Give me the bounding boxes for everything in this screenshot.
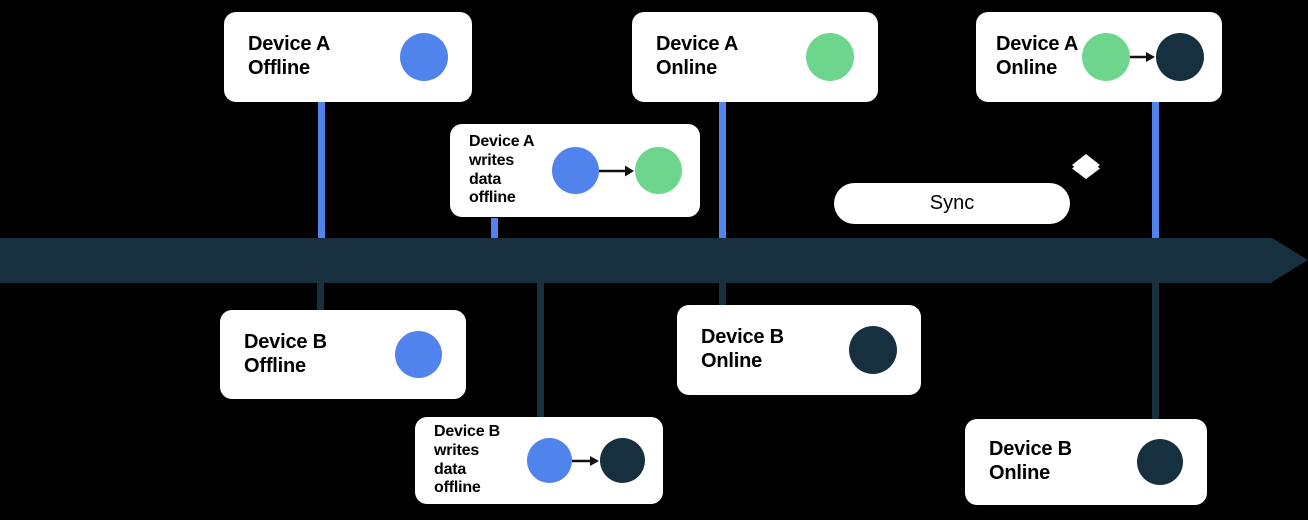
status-dot-blue — [400, 33, 448, 81]
connector-device-b-online — [719, 281, 726, 306]
connector-device-a-online — [719, 100, 726, 242]
card-device-a-writes-data-offline[interactable]: Device A writes data offline — [450, 124, 700, 217]
status-dot-navy — [849, 326, 897, 374]
status-dot-blue — [395, 331, 442, 378]
status-dot-navy — [1137, 439, 1183, 485]
card-visual — [552, 147, 682, 194]
card-label: Device B Online — [989, 438, 1072, 484]
card-label: Device A Offline — [248, 33, 331, 79]
status-dot-navy — [600, 438, 645, 483]
connector-device-b-online-synced — [1152, 281, 1159, 421]
card-device-b-writes-data-offline[interactable]: Device B writes data offline — [415, 417, 663, 504]
connector-device-a-online-synced — [1152, 101, 1159, 242]
card-label: Device A writes data offline — [469, 132, 535, 207]
timeline-arrow-head — [1272, 238, 1308, 282]
card-device-a-online-synced[interactable]: Device A Online — [976, 12, 1222, 102]
sync-button[interactable]: Sync — [834, 183, 1070, 224]
status-dot-green — [635, 147, 682, 194]
card-label: Device B writes data offline — [434, 422, 500, 497]
layers-icon — [1072, 154, 1100, 179]
arrow-right-icon — [572, 455, 599, 466]
card-device-b-online[interactable]: Device B Online — [677, 305, 921, 395]
card-visual — [400, 33, 448, 81]
status-dot-blue — [552, 147, 599, 194]
sync-label: Sync — [929, 192, 975, 214]
connector-device-b-writes — [537, 281, 544, 419]
card-label: Device A Online — [656, 33, 739, 79]
card-visual — [527, 438, 645, 483]
card-device-b-online-synced[interactable]: Device B Online — [965, 419, 1207, 505]
card-label: Device B Online — [701, 326, 784, 372]
status-dot-navy — [1156, 33, 1204, 81]
connector-device-b-offline — [317, 281, 324, 311]
card-visual — [395, 331, 442, 378]
card-device-a-online[interactable]: Device A Online — [632, 12, 878, 102]
status-dot-green — [806, 33, 854, 81]
card-device-b-offline[interactable]: Device B Offline — [220, 310, 466, 399]
card-visual — [1137, 439, 1183, 485]
arrow-right-icon — [1130, 52, 1155, 62]
card-visual — [1082, 33, 1204, 81]
status-dot-green — [1082, 33, 1130, 81]
card-visual — [806, 33, 854, 81]
status-dot-blue — [527, 438, 572, 483]
arrow-right-icon — [599, 165, 634, 176]
card-visual — [849, 326, 897, 374]
card-device-a-offline[interactable]: Device A Offline — [224, 12, 472, 102]
connector-device-a-offline — [318, 95, 325, 240]
card-label: Device A Online — [996, 33, 1079, 79]
timeline-bar — [0, 238, 1272, 283]
card-label: Device B Offline — [244, 330, 327, 377]
diagram-canvas: Device A Offline Device A writes data of… — [0, 0, 1308, 520]
